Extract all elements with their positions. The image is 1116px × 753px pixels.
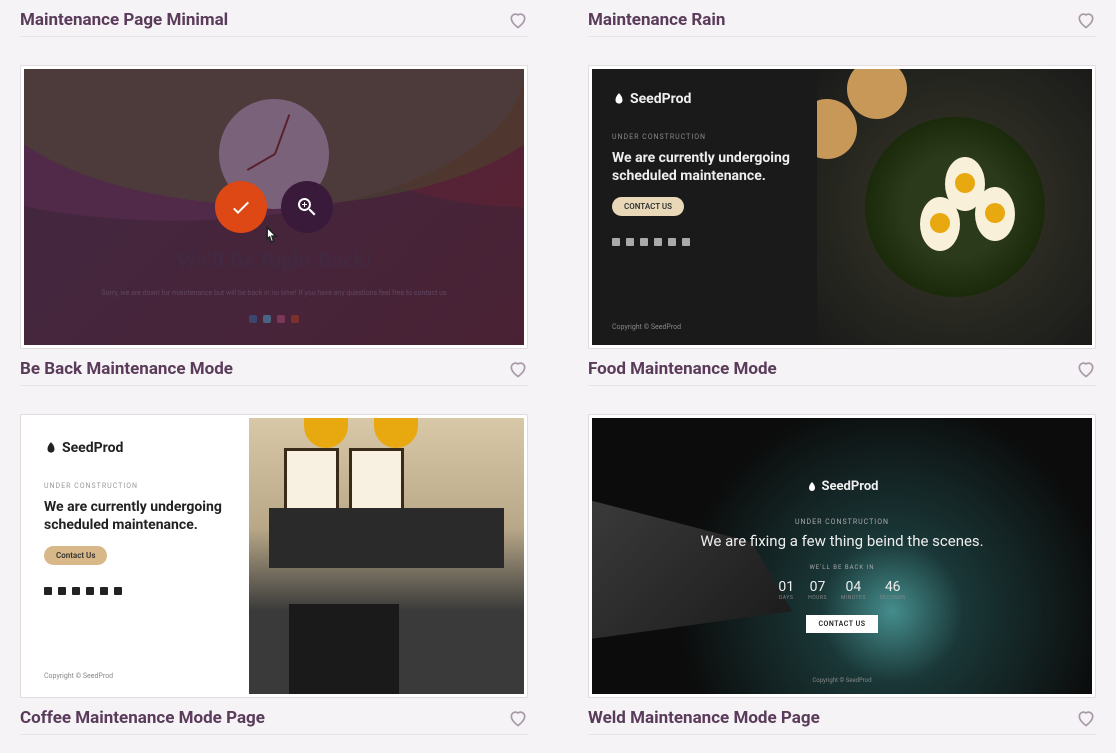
template-preview[interactable]: We'll Be Right Back! Sorry, we are down … (20, 65, 528, 349)
preview-template-button[interactable] (281, 181, 333, 233)
template-title-row: Maintenance Rain (588, 10, 1096, 37)
favorite-icon[interactable] (1076, 10, 1096, 30)
contact-button: CONTACT US (612, 197, 684, 216)
countdown: 01DAYS 07HOURS 04MINUTES 46SECONDS (592, 579, 1092, 601)
favorite-icon[interactable] (1076, 359, 1096, 379)
template-title-row: Be Back Maintenance Mode (20, 359, 528, 386)
preview-tag: UNDER CONSTRUCTION (592, 518, 1092, 526)
preview-tag: UNDER CONSTRUCTION (44, 482, 229, 490)
template-card: Maintenance Page Minimal (20, 10, 528, 45)
template-title-row: Coffee Maintenance Mode Page (20, 708, 528, 735)
favorite-icon[interactable] (508, 708, 528, 728)
seedprod-logo: SeedProd (44, 440, 229, 456)
template-title: Maintenance Rain (588, 10, 725, 30)
template-title-row: Food Maintenance Mode (588, 359, 1096, 386)
template-card: Maintenance Rain (588, 10, 1096, 45)
template-preview[interactable]: SeedProd UNDER CONSTRUCTION We are curre… (588, 65, 1096, 349)
favorite-icon[interactable] (508, 10, 528, 30)
copyright-text: Copyright © SeedProd (44, 672, 113, 680)
template-title-row: Weld Maintenance Mode Page (588, 708, 1096, 735)
template-title: Be Back Maintenance Mode (20, 359, 233, 379)
seedprod-logo: SeedProd (592, 479, 1092, 494)
seedprod-logo: SeedProd (612, 91, 797, 107)
preview-heading: We are currently undergoing scheduled ma… (44, 498, 229, 534)
copyright-text: Copyright © SeedProd (612, 323, 681, 331)
template-preview[interactable]: SeedProd UNDER CONSTRUCTION We are curre… (20, 414, 528, 698)
copyright-text: Copyright © SeedProd (812, 677, 871, 684)
contact-button: Contact Us (44, 546, 107, 565)
template-title: Weld Maintenance Mode Page (588, 708, 820, 728)
favorite-icon[interactable] (508, 359, 528, 379)
template-card: We'll Be Right Back! Sorry, we are down … (20, 65, 528, 394)
contact-button: CONTACT US (806, 615, 877, 633)
preview-heading: We are currently undergoing scheduled ma… (612, 149, 797, 185)
preview-tag: UNDER CONSTRUCTION (612, 133, 797, 141)
countdown-label: WE'LL BE BACK IN (592, 564, 1092, 571)
template-card: SeedProd UNDER CONSTRUCTION We are curre… (588, 65, 1096, 394)
check-icon (229, 195, 253, 219)
cursor-icon (259, 224, 285, 250)
preview-heading: We are fixing a few thing beind the scen… (592, 532, 1092, 552)
template-title: Maintenance Page Minimal (20, 10, 228, 30)
preview-socials (44, 587, 229, 595)
template-title: Coffee Maintenance Mode Page (20, 708, 265, 728)
template-card: SeedProd UNDER CONSTRUCTION We are fixin… (588, 414, 1096, 743)
template-preview[interactable]: SeedProd UNDER CONSTRUCTION We are fixin… (588, 414, 1096, 698)
template-title-row: Maintenance Page Minimal (20, 10, 528, 37)
preview-socials (612, 238, 797, 246)
template-card: SeedProd UNDER CONSTRUCTION We are curre… (20, 414, 528, 743)
magnify-icon (295, 195, 319, 219)
template-title: Food Maintenance Mode (588, 359, 777, 379)
favorite-icon[interactable] (1076, 708, 1096, 728)
